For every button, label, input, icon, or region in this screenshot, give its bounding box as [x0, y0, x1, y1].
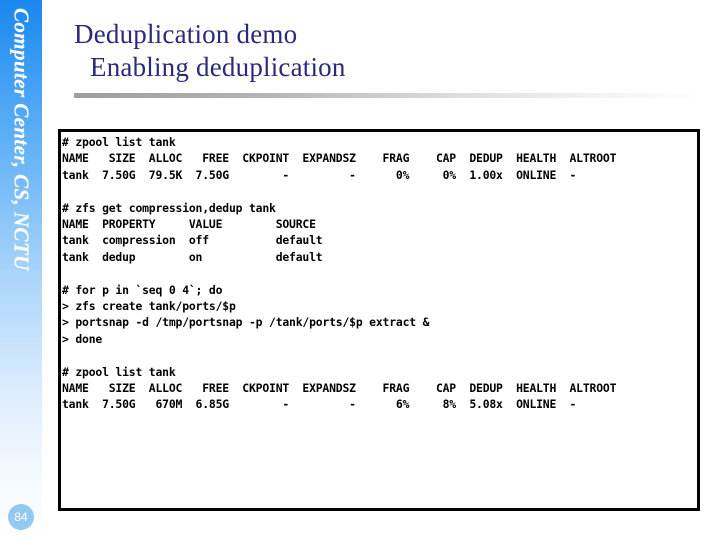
slide-title: Deduplication demo Enabling deduplicatio… [74, 18, 702, 84]
page-number-badge: 84 [8, 504, 34, 530]
terminal-spacer [62, 183, 697, 199]
page-title: Deduplication demo [74, 19, 298, 49]
branding-sidebar: Computer Center, CS, NCTU 84 [0, 0, 42, 540]
terminal-content: # zpool list tank NAME SIZE ALLOC FREE C… [61, 132, 697, 413]
terminal-block: # zpool list tank NAME SIZE ALLOC FREE C… [62, 364, 617, 412]
title-divider [74, 93, 700, 98]
terminal-block: # zfs get compression,dedup tank NAME PR… [62, 200, 323, 264]
terminal-block: # for p in `seq 0 4`; do > zfs create ta… [62, 282, 430, 346]
terminal-block: # zpool list tank NAME SIZE ALLOC FREE C… [62, 135, 617, 182]
terminal-spacer [62, 265, 697, 281]
sidebar-brand-text: Computer Center, CS, NCTU [9, 8, 34, 271]
page-subtitle: Enabling deduplication [90, 52, 346, 82]
terminal-spacer [62, 347, 697, 363]
terminal-transcript: # zpool list tank NAME SIZE ALLOC FREE C… [58, 129, 700, 511]
